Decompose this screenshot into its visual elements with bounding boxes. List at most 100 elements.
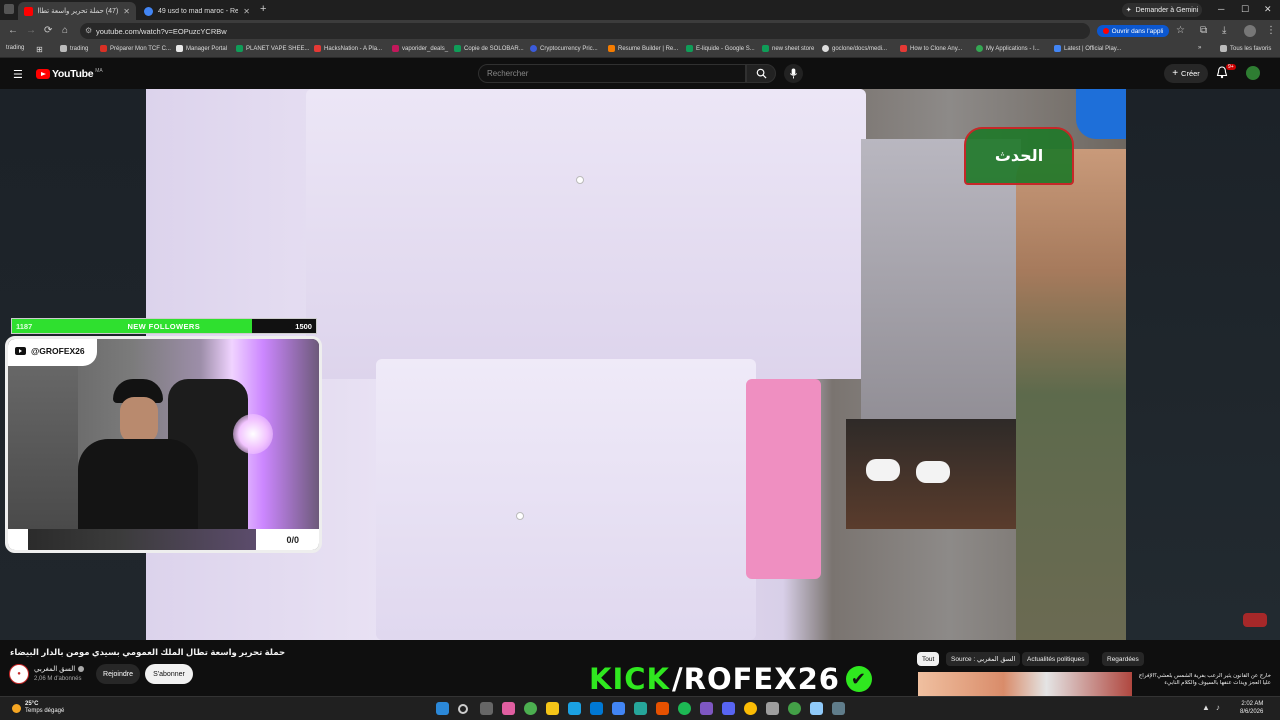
taskbar-app-icon[interactable] — [634, 702, 647, 715]
chip-political-news[interactable]: Actualités politiques — [1022, 652, 1090, 666]
bookmark-label: Manager Portal — [186, 45, 228, 52]
discord-taskbar-icon[interactable] — [722, 702, 735, 715]
search-input[interactable]: Rechercher — [478, 64, 746, 83]
close-window-icon[interactable]: ✕ — [1264, 4, 1272, 15]
channel-name-row[interactable]: السق المغربي — [34, 665, 85, 673]
followers-label: NEW FOLLOWERS — [127, 321, 201, 331]
store-taskbar-icon[interactable] — [590, 702, 603, 715]
bookmark-item[interactable]: Copie de SOLOBAR... — [454, 45, 524, 52]
bookmark-item[interactable]: new sheet store — [762, 45, 814, 52]
task-view-icon[interactable] — [480, 702, 493, 715]
bookmark-item[interactable]: Latest | Official Play... — [1054, 45, 1121, 52]
extensions-icon[interactable]: ⧉ — [1200, 25, 1207, 36]
wifi-icon[interactable]: ▲ — [1202, 703, 1210, 712]
subscribe-button[interactable]: S'abonner — [145, 664, 193, 684]
taskbar-app-icon[interactable] — [788, 702, 801, 715]
bookmark-item[interactable]: E-liquide - Google S... — [686, 45, 755, 52]
bookmark-item[interactable]: Manager Portal — [176, 45, 227, 52]
bookmark-item[interactable]: HacksNation - A Pla... — [314, 45, 382, 52]
channel-name[interactable]: السق المغربي — [34, 665, 75, 673]
weather-widget[interactable]: 25°C Temps dégagé — [12, 701, 64, 715]
profile-avatar-icon[interactable] — [1244, 25, 1256, 37]
tab-youtube[interactable]: (47) حملة تحرير واسعة تطال ✕ — [18, 2, 136, 20]
reload-icon[interactable]: ⟳ — [44, 25, 52, 36]
gemini-button[interactable]: ✦ Demander à Gemini — [1122, 3, 1202, 17]
open-in-app-button[interactable]: Ouvrir dans l'appli — [1097, 25, 1169, 37]
home-icon[interactable]: ⌂ — [62, 25, 68, 36]
bookmark-item[interactable]: Cryptocurrency Pric... — [530, 45, 598, 52]
taskbar-app-icon[interactable] — [502, 702, 515, 715]
chrome-taskbar-icon[interactable] — [524, 702, 537, 715]
taskbar-app-icon[interactable] — [766, 702, 779, 715]
youtube-header: ☰ YouTube MA Rechercher + Créer 9+ — [0, 58, 1280, 89]
recommended-video-title[interactable]: خارج عن القانون يثير الرعب بفرية الشمس ب… — [1136, 673, 1271, 688]
verified-check-icon: ✔ — [845, 666, 872, 692]
video-player[interactable]: الحدث 1187 NEW FOLLOWERS 1500 @GROFEX26 … — [0, 89, 1280, 640]
bookmark-item[interactable]: goclone/docs/medi... — [822, 45, 887, 52]
windows-taskbar: 25°C Temps dégagé ▲ ♪ 2:02 AM 8/6/2026 — [0, 696, 1280, 720]
forward-icon[interactable]: → — [26, 25, 36, 36]
taskbar-search-icon[interactable] — [458, 704, 468, 714]
recommended-video-thumbnail[interactable] — [918, 672, 1132, 696]
bookmark-item[interactable]: Resume Builder | Re... — [608, 45, 678, 52]
taskbar-app-icon[interactable] — [832, 702, 845, 715]
search-button[interactable] — [746, 64, 776, 83]
edge-taskbar-icon[interactable] — [568, 702, 581, 715]
taskbar-app-icon[interactable] — [810, 702, 823, 715]
all-bookmarks-button[interactable]: Tous les favoris — [1220, 45, 1271, 52]
url-field[interactable]: ⚙ youtube.com/watch?v=EOPuzcYCRBw — [80, 23, 1090, 39]
streamer-person — [68, 379, 198, 529]
video-info-section: حملة تحرير واسعة تطال الملك العمومي بسيد… — [0, 640, 1280, 696]
tab-search-icon[interactable] — [4, 4, 14, 14]
open-in-app-label: Ouvrir dans l'appli — [1111, 27, 1164, 35]
taskbar-app-icon[interactable] — [656, 702, 669, 715]
create-button[interactable]: + Créer — [1164, 64, 1208, 83]
browser-tab-bar: (47) حملة تحرير واسعة تطال ✕ 49 usd to m… — [0, 0, 1280, 20]
join-button[interactable]: Rejoindre — [96, 664, 140, 684]
taskbar-app-icon[interactable] — [612, 702, 625, 715]
chip-all[interactable]: Tout — [917, 652, 940, 666]
maximize-icon[interactable]: ☐ — [1241, 4, 1249, 15]
bookmark-item[interactable]: PLANET VAPE SHEE... — [236, 45, 309, 52]
webcam-frame: @GROFEX26 0/0 — [5, 336, 322, 553]
bookmark-item[interactable]: How to Clone Any... — [900, 45, 962, 52]
chip-watched[interactable]: Regardées — [1102, 652, 1144, 666]
tab-close-icon[interactable]: ✕ — [243, 7, 250, 16]
more-menu-icon[interactable]: ⋮ — [1266, 25, 1276, 36]
chip-source[interactable]: Source : السق المغربي — [946, 652, 1021, 666]
site-info-icon[interactable]: ⚙ — [85, 26, 92, 35]
bookmark-star-icon[interactable]: ☆ — [1176, 25, 1185, 36]
blue-cap-shape — [1076, 89, 1126, 139]
white-shoe-shape — [866, 459, 900, 481]
webcam-footer: 0/0 — [8, 529, 319, 550]
bookmark-favicon-icon — [100, 45, 107, 52]
bookmarks-overflow-icon[interactable]: » — [1198, 45, 1201, 51]
spotify-taskbar-icon[interactable] — [678, 702, 691, 715]
bookmark-item[interactable]: trading — [60, 45, 88, 52]
file-explorer-icon[interactable] — [546, 702, 559, 715]
windows-start-icon[interactable] — [436, 702, 449, 715]
youtube-logo[interactable]: YouTube MA — [36, 68, 103, 80]
download-icon[interactable]: ⤓ — [1222, 25, 1226, 36]
new-tab-button[interactable]: + — [260, 3, 266, 15]
account-avatar[interactable] — [1246, 66, 1260, 80]
tab-close-icon[interactable]: ✕ — [123, 7, 130, 16]
pink-shirt-shape — [746, 379, 821, 579]
bookmark-item[interactable]: vaporider_deals_ — [392, 45, 448, 52]
bookmark-item[interactable]: trading — [6, 45, 24, 51]
chrome-taskbar-icon[interactable] — [744, 702, 757, 715]
taskbar-app-icon[interactable] — [700, 702, 713, 715]
channel-avatar[interactable]: ● — [9, 664, 29, 684]
bookmark-label: Préparer Mon TCF C... — [110, 45, 171, 52]
bookmark-item[interactable]: Préparer Mon TCF C... — [100, 45, 171, 52]
bookmark-item[interactable]: My Applications - I... — [976, 45, 1040, 52]
taskbar-clock[interactable]: 2:02 AM 8/6/2026 — [1240, 701, 1263, 717]
tab-google-search[interactable]: 49 usd to mad maroc - Recherc ✕ — [138, 2, 256, 20]
minimize-icon[interactable]: ─ — [1218, 4, 1224, 14]
voice-search-button[interactable] — [784, 64, 803, 83]
back-icon[interactable]: ← — [8, 25, 18, 36]
hamburger-menu-icon[interactable]: ☰ — [13, 68, 23, 81]
apps-grid-icon[interactable]: ⊞ — [36, 45, 43, 54]
streamer-overlay: 1187 NEW FOLLOWERS 1500 @GROFEX26 0/0 — [5, 318, 322, 553]
volume-icon[interactable]: ♪ — [1216, 703, 1220, 712]
